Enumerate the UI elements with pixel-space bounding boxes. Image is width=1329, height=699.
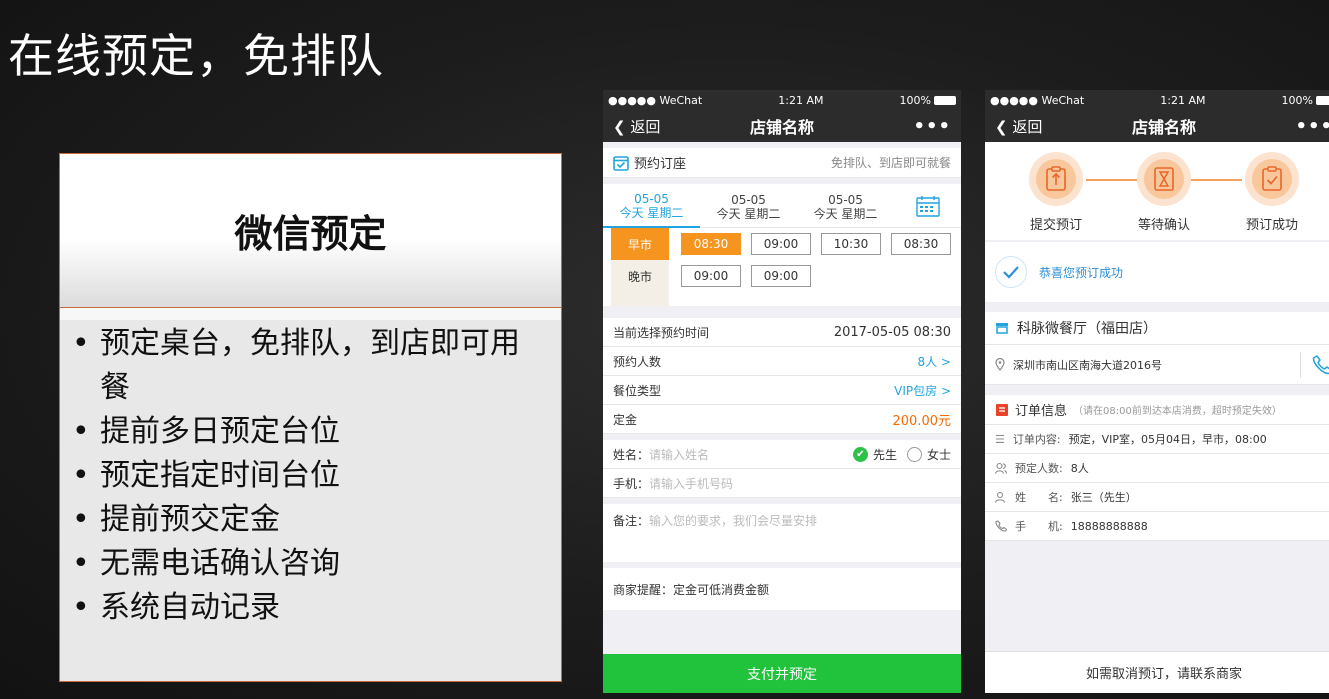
phone-input[interactable]: 请输入手机号码: [649, 477, 733, 491]
selected-time-row: 当前选择预约时间 2017-05-05 08:30: [603, 318, 961, 347]
check-circle-icon: [995, 256, 1027, 288]
card-heading: 微信预定: [234, 211, 387, 256]
shop-info: 科脉微餐厅（福田店） 深圳市南山区南海大道2016号: [985, 312, 1329, 385]
date-tabs: 05-05 今天 星期二 05-05 今天 星期二 05-05 今天 星期二: [603, 184, 961, 228]
card-header: 微信预定: [60, 154, 561, 308]
contact-merchant-note[interactable]: 如需取消预订，请联系商家: [985, 651, 1329, 693]
progress-steps: 提交预订 等待确认 预订成功: [985, 142, 1329, 240]
nav-title: 店铺名称: [1131, 118, 1196, 137]
time-slot[interactable]: 08:30: [681, 233, 741, 255]
feature-list: • 预定桌台，免排队，到店即可用餐 • 提前多日预定台位 • 预定指定时间台位 • 提前…: [60, 320, 561, 630]
feature-item: • 无需电话确认咨询: [72, 546, 340, 581]
battery-label: 100%: [899, 93, 931, 107]
phone-call-icon[interactable]: [1311, 354, 1329, 376]
time-slot[interactable]: 08:30: [891, 233, 951, 255]
pay-and-reserve-button[interactable]: 支付并预定: [603, 654, 961, 693]
gender-mr-radio[interactable]: ✔ 先生: [852, 446, 897, 463]
date-tab[interactable]: 05-05 今天 星期二: [603, 184, 700, 228]
feature-item: • 预定桌台，免排队，到店即可用餐: [72, 326, 520, 405]
back-button[interactable]: ❮ 返回: [613, 116, 683, 137]
clock: 1:21 AM: [778, 93, 824, 107]
hourglass-icon: [1154, 167, 1174, 191]
reservation-subtitle: 免排队、到店即可就餐: [830, 156, 951, 170]
time-slot[interactable]: 09:00: [751, 265, 811, 287]
order-list-icon: [996, 403, 1008, 416]
chevron-left-icon: ❮: [995, 117, 1008, 136]
merchant-tip: 商家提醒：定金可低消费金额: [603, 568, 961, 610]
location-pin-icon: [995, 358, 1005, 371]
date-tab[interactable]: 05-05 今天 星期二: [700, 184, 797, 228]
list-icon: ☰: [995, 432, 1005, 446]
order-info: 订单信息 （请在08:00前到达本店消费，超时预定失效） ☰ 订单内容: 预定，…: [985, 395, 1329, 541]
people-icon: [995, 462, 1007, 474]
order-name-row: 姓 名: 张三（先生）: [985, 483, 1329, 512]
name-label: 姓名：: [613, 447, 650, 462]
gender-ms-radio[interactable]: 女士: [906, 446, 951, 463]
phone-reservation-screen: ●●●●● WeChat 1:21 AM 100% ❮ 返回 店铺名称 ••• …: [603, 90, 961, 693]
time-slot[interactable]: 10:30: [821, 233, 881, 255]
calendar-button[interactable]: [894, 195, 961, 217]
phone-label: 手机：: [613, 476, 650, 491]
shop-name: 科脉微餐厅（福田店）: [1017, 321, 1157, 337]
check-icon: ✔: [852, 446, 868, 462]
feature-item: • 预定指定时间台位: [72, 458, 340, 493]
deposit-row: 定金 200.00元: [603, 405, 961, 434]
battery-icon: [1316, 96, 1329, 105]
reservation-header: 预约订座 免排队、到店即可就餐: [603, 148, 961, 178]
order-content-row: ☰ 订单内容: 预定，VIP室，05月04日，早市，08:00: [985, 425, 1329, 454]
time-slot[interactable]: 09:00: [751, 233, 811, 255]
clipboard-check-icon: [1262, 166, 1282, 191]
battery-icon: [934, 96, 956, 105]
step-waiting: 等待确认: [1129, 152, 1199, 233]
status-bar: ●●●●● WeChat 1:21 AM 100%: [603, 90, 961, 110]
time-slot-panel: 早市 晚市 08:30 09:00 10:30 08:30 09:00 09:0…: [603, 228, 961, 306]
carrier-label: ●●●●● WeChat: [608, 93, 703, 107]
feature-item: • 提前预交定金: [72, 502, 280, 537]
phone-success-screen: ●●●●● WeChat 1:21 AM 100% ❮ 返回 店铺名称 ••• …: [985, 90, 1329, 693]
battery-label: 100%: [1281, 93, 1313, 107]
note-input[interactable]: 输入您的要求，我们会尽量安排: [649, 514, 817, 528]
step-submit: 提交预订: [1021, 152, 1091, 233]
success-message: 恭喜您预订成功: [1039, 265, 1124, 280]
note-field[interactable]: 备注：输入您的要求，我们会尽量安排: [603, 504, 961, 562]
feature-item: • 系统自动记录: [72, 590, 280, 625]
meal-tab-dinner[interactable]: 晚市: [611, 260, 669, 292]
chevron-left-icon: ❮: [613, 117, 626, 136]
party-size-row[interactable]: 预约人数 8人 >: [603, 347, 961, 376]
carrier-label: ●●●●● WeChat: [990, 93, 1085, 107]
more-menu-button[interactable]: •••: [881, 116, 951, 137]
more-menu-button[interactable]: •••: [1263, 116, 1329, 137]
nav-bar: ❮ 返回 店铺名称 •••: [985, 110, 1329, 142]
slide-title: 在线预定，免排队: [8, 29, 384, 83]
meal-tab-breakfast[interactable]: 早市: [611, 228, 669, 260]
document-upload-icon: [1046, 166, 1066, 191]
nav-title: 店铺名称: [749, 118, 814, 137]
time-slot[interactable]: 09:00: [681, 265, 741, 287]
order-title: 订单信息: [1015, 404, 1068, 419]
reservation-title: 预约订座: [634, 157, 687, 172]
user-icon: [995, 491, 1006, 503]
reservation-info: 当前选择预约时间 2017-05-05 08:30 预约人数 8人 > 餐位类型…: [603, 318, 961, 434]
seat-type-row[interactable]: 餐位类型 VIP包房 >: [603, 376, 961, 405]
status-bar: ●●●●● WeChat 1:21 AM 100%: [985, 90, 1329, 110]
success-banner: 恭喜您预订成功: [985, 242, 1329, 302]
order-phone-row: 手 机: 18888888888: [985, 512, 1329, 541]
clock: 1:21 AM: [1160, 93, 1206, 107]
date-tab[interactable]: 05-05 今天 星期二: [797, 184, 894, 228]
phone-icon: [995, 520, 1007, 532]
shop-address: 深圳市南山区南海大道2016号: [1013, 358, 1162, 372]
store-icon: [996, 323, 1008, 334]
feature-item: • 提前多日预定台位: [72, 414, 340, 449]
contact-form: 姓名：请输入姓名 ✔ 先生 女士 手机：请输入手机号码: [603, 440, 961, 498]
back-button[interactable]: ❮ 返回: [995, 116, 1065, 137]
order-subtitle: （请在08:00前到达本店消费，超时预定失效）: [1073, 406, 1282, 417]
nav-bar: ❮ 返回 店铺名称 •••: [603, 110, 961, 142]
calendar-icon: [915, 195, 940, 217]
feature-card: 微信预定 • 预定桌台，免排队，到店即可用餐 • 提前多日预定台位 • 预定指定时间台…: [59, 153, 562, 682]
step-success: 预订成功: [1237, 152, 1307, 233]
order-people-row: 预定人数: 8人: [985, 454, 1329, 483]
calendar-check-icon: [613, 155, 629, 171]
name-input[interactable]: 请输入姓名: [649, 448, 709, 462]
